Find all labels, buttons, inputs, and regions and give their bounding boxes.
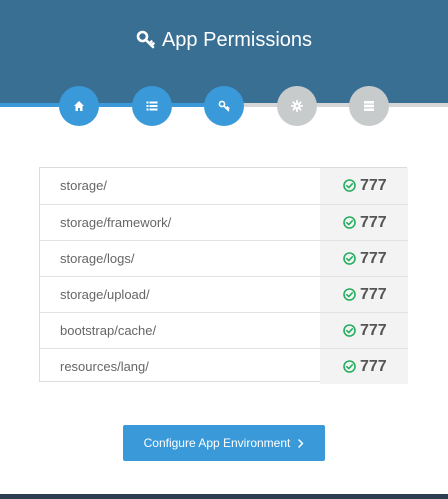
list-icon [146,100,158,112]
folder-path: storage/logs/ [60,251,135,266]
check-circle-icon [343,252,356,270]
step-requirements[interactable] [132,86,172,126]
folder-path: storage/ [60,178,107,193]
step-progress-complete [0,103,224,107]
step-permissions[interactable] [204,86,244,126]
permission-value: 777 [360,358,387,375]
table-row: storage/framework/ 777 [40,204,408,240]
permission-value: 777 [360,214,387,231]
folder-path: storage/framework/ [60,215,172,230]
chevron-right-icon [298,436,304,450]
server-icon [363,100,375,112]
key-icon [218,100,230,112]
permission-cell: 777 [320,241,408,276]
table-row: bootstrap/cache/ 777 [40,312,408,348]
permission-value: 777 [360,286,387,303]
step-environment[interactable] [277,86,317,126]
button-label: Configure App Environment [143,436,291,450]
gear-icon [291,100,303,112]
folder-path: storage/upload/ [60,287,150,302]
permission-value: 777 [360,322,387,339]
table-row: storage/ 777 [40,168,408,204]
check-circle-icon [343,216,356,234]
footer-bar [0,494,448,499]
permission-cell: 777 [320,313,408,348]
check-circle-icon [343,360,356,378]
permission-cell: 777 [320,168,408,204]
permissions-table: storage/ 777 storage/framework/ 777 stor… [39,167,408,384]
configure-environment-button[interactable]: Configure App Environment [123,425,325,461]
check-circle-icon [343,324,356,342]
step-progress-remaining [224,103,448,107]
folder-path: bootstrap/cache/ [60,323,157,338]
table-row: resources/lang/ 777 [40,348,408,384]
permission-cell: 777 [320,205,408,240]
permission-value: 777 [360,177,387,194]
table-row: storage/logs/ 777 [40,240,408,276]
key-icon [136,30,156,58]
permission-cell: 777 [320,277,408,312]
check-circle-icon [343,288,356,306]
table-row: storage/upload/ 777 [40,276,408,312]
check-circle-icon [343,179,356,197]
home-icon [73,100,85,112]
folder-path: resources/lang/ [60,359,149,374]
step-final[interactable] [349,86,389,126]
permission-value: 777 [360,250,387,267]
step-welcome[interactable] [59,86,99,126]
page-title: App Permissions [0,26,448,58]
permission-cell: 777 [320,349,408,384]
page-title-text: App Permissions [161,29,313,51]
